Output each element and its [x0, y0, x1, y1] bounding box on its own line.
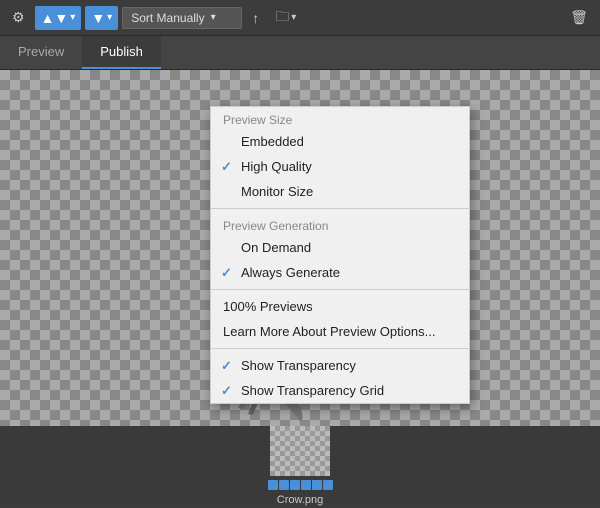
folder-btn[interactable]: 🗀 ▾: [269, 2, 302, 34]
menu-item-100-previews[interactable]: 100% Previews: [211, 294, 469, 319]
filter-btn-1[interactable]: ⚙: [6, 5, 31, 30]
menu-divider-2: [211, 289, 469, 290]
thumbnail-item[interactable]: Crow.png: [268, 426, 333, 506]
show-transparency-label: Show Transparency: [241, 358, 356, 373]
dropdown-menu: Preview Size Embedded High Quality Monit…: [210, 106, 470, 404]
menu-item-embedded[interactable]: Embedded: [211, 129, 469, 154]
filter-dropdown-arrow: ▾: [70, 12, 75, 23]
filter-icon-3: ▼: [91, 10, 105, 26]
tab-publish-label: Publish: [100, 44, 143, 59]
menu-section-preview-generation: Preview Generation: [211, 213, 469, 235]
up-arrow-btn[interactable]: ↑: [246, 6, 265, 30]
tab-preview-label: Preview: [18, 44, 64, 59]
filter-icon-2: ▲▼: [41, 10, 69, 26]
trash-btn[interactable]: 🗑: [564, 5, 594, 30]
tab-bar: Preview Publish: [0, 36, 600, 70]
up-arrow-icon: ↑: [252, 10, 259, 26]
menu-item-on-demand[interactable]: On Demand: [211, 235, 469, 260]
tab-publish[interactable]: Publish: [82, 36, 161, 69]
star-5: [312, 480, 322, 490]
menu-item-always-generate[interactable]: Always Generate: [211, 260, 469, 285]
learn-more-label: Learn More About Preview Options...: [223, 324, 435, 339]
sort-dropdown[interactable]: Sort Manually ▾: [122, 7, 242, 29]
on-demand-label: On Demand: [241, 240, 311, 255]
folder-dropdown-arrow: ▾: [291, 12, 296, 23]
star-6: [323, 480, 333, 490]
menu-divider-3: [211, 348, 469, 349]
filter-btn-2[interactable]: ▲▼ ▾: [35, 6, 82, 30]
always-generate-label: Always Generate: [241, 265, 340, 280]
monitor-size-label: Monitor Size: [241, 184, 313, 199]
star-4: [301, 480, 311, 490]
thumbnail-strip: Crow.png: [0, 426, 600, 506]
star-3: [290, 480, 300, 490]
thumbnail-filename: Crow.png: [277, 494, 323, 506]
trash-icon: 🗑: [570, 9, 588, 26]
menu-item-high-quality[interactable]: High Quality: [211, 154, 469, 179]
content-area: Crow.png Preview Size Embedded High Qual…: [0, 70, 600, 506]
tab-preview[interactable]: Preview: [0, 36, 82, 69]
sort-label: Sort Manually: [131, 11, 204, 25]
menu-item-show-transparency-grid[interactable]: Show Transparency Grid: [211, 378, 469, 403]
folder-icon: 🗀: [275, 6, 289, 30]
menu-item-learn-more[interactable]: Learn More About Preview Options...: [211, 319, 469, 344]
filter-btn-3[interactable]: ▼ ▾: [85, 6, 118, 30]
embedded-label: Embedded: [241, 134, 304, 149]
star-1: [268, 480, 278, 490]
menu-divider-1: [211, 208, 469, 209]
menu-section-preview-size: Preview Size: [211, 107, 469, 129]
star-rating: [268, 480, 333, 490]
toolbar: ⚙ ▲▼ ▾ ▼ ▾ Sort Manually ▾ ↑ 🗀 ▾ 🗑: [0, 0, 600, 36]
menu-item-show-transparency[interactable]: Show Transparency: [211, 353, 469, 378]
filter-dropdown-arrow-2: ▾: [107, 12, 112, 23]
filter-icon-1: ⚙: [12, 9, 25, 26]
show-transparency-grid-label: Show Transparency Grid: [241, 383, 384, 398]
thumbnail-image: [270, 426, 330, 476]
high-quality-label: High Quality: [241, 159, 312, 174]
100-previews-label: 100% Previews: [223, 299, 313, 314]
menu-item-monitor-size[interactable]: Monitor Size: [211, 179, 469, 204]
star-2: [279, 480, 289, 490]
chevron-down-icon: ▾: [211, 12, 216, 23]
